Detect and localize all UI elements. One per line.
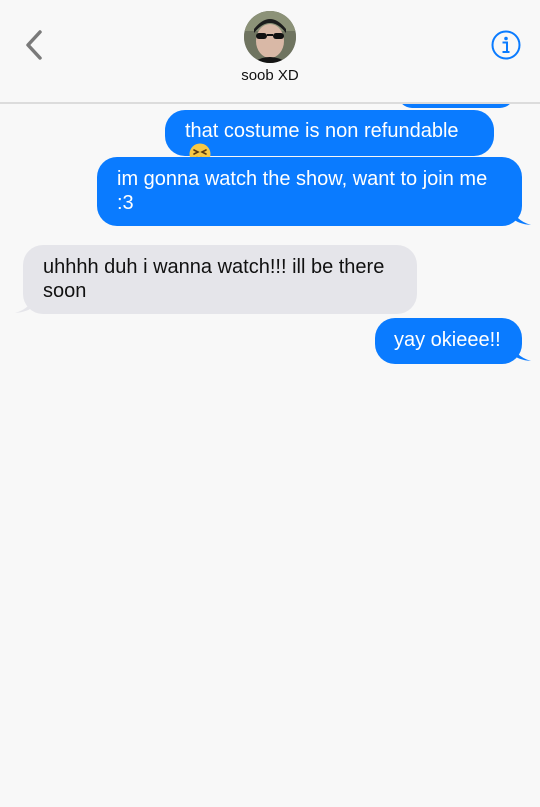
bubble-tail	[15, 294, 34, 313]
info-icon[interactable]	[490, 29, 522, 61]
conversation-header: soob XD	[0, 0, 540, 104]
contact-name[interactable]: soob XD	[0, 67, 540, 84]
avatar-photo	[244, 11, 296, 63]
outgoing-message-bubble[interactable]: im gonna watch the show, want to join me…	[97, 157, 522, 226]
message-text: im gonna watch the show, want to join me…	[117, 168, 488, 214]
outgoing-message-bubble[interactable]: that costume is non refundable	[165, 110, 494, 165]
contact-avatar[interactable]	[244, 11, 296, 63]
message-text: yay okieee!!	[394, 329, 501, 351]
back-chevron-icon[interactable]	[20, 28, 50, 62]
previous-message-bubble[interactable]	[398, 104, 514, 108]
message-thread[interactable]: that costume is non refundable im gonna …	[0, 104, 540, 807]
bubble-tail	[512, 206, 531, 225]
bubble-tail	[512, 342, 531, 361]
outgoing-message-bubble[interactable]: yay okieee!!	[375, 318, 522, 364]
message-text: uhhhh duh i wanna watch!!! ill be there …	[43, 256, 385, 302]
message-text: that costume is non refundable	[185, 120, 459, 142]
incoming-message-bubble[interactable]: uhhhh duh i wanna watch!!! ill be there …	[23, 245, 417, 314]
